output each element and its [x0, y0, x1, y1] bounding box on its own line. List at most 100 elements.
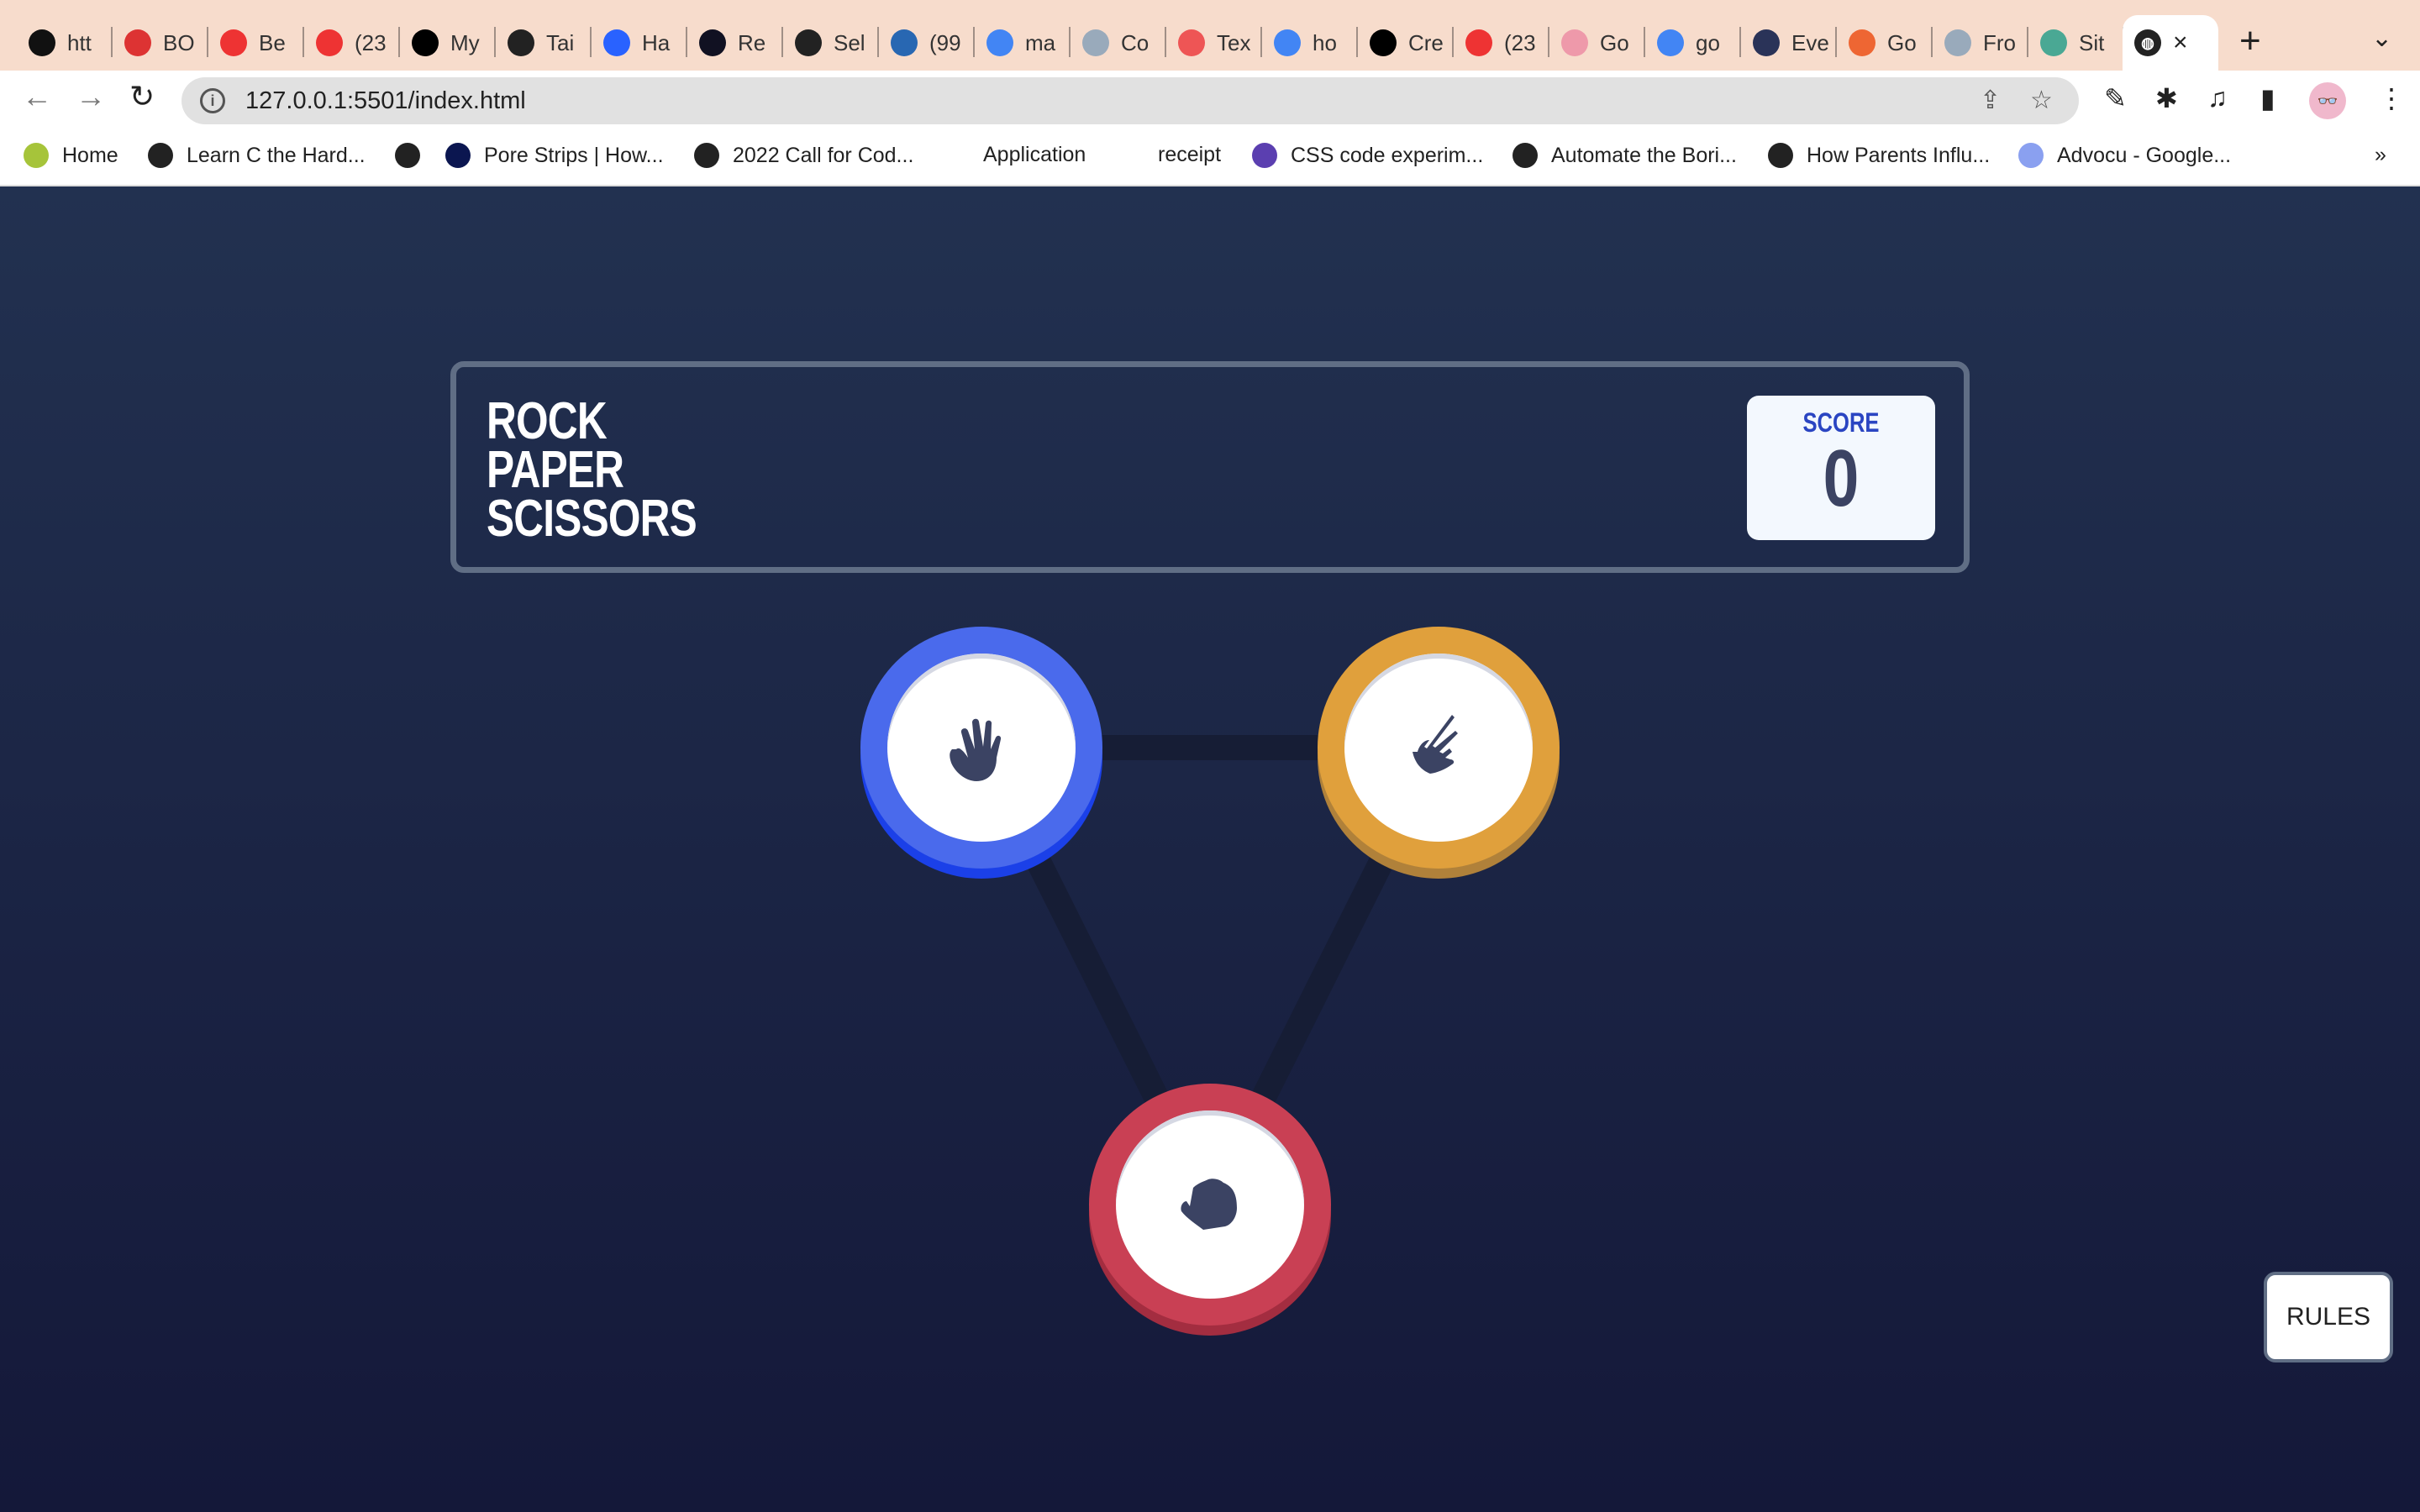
side-panel-icon[interactable]: ▮	[2260, 82, 2275, 114]
bookmark-label: Home	[62, 143, 118, 167]
tab-label: My	[450, 29, 480, 55]
browser-tab[interactable]: go	[1645, 15, 1741, 71]
bookmark-item[interactable]	[395, 143, 420, 168]
tab-label: (23	[355, 29, 387, 55]
browser-tab[interactable]: My	[400, 15, 496, 71]
bookmark-label: 2022 Call for Cod...	[733, 143, 914, 167]
bookmark-label: Learn C the Hard...	[187, 143, 366, 167]
tab-label: Sit	[2079, 29, 2105, 55]
extensions-icon[interactable]: ✱	[2155, 82, 2178, 114]
bookmark-label: Application	[983, 143, 1086, 166]
bookmark-item[interactable]: Application	[983, 143, 1086, 167]
tab-favicon-icon	[795, 29, 822, 56]
paper-hand-icon	[950, 718, 1002, 781]
browser-tab[interactable]: Go	[1837, 15, 1933, 71]
tab-search-chevron-icon[interactable]: ⌄	[2371, 24, 2392, 53]
tab-favicon-icon	[891, 29, 918, 56]
bookmarks-overflow-button[interactable]: »	[2375, 143, 2386, 167]
bookmark-label: How Parents Influ...	[1807, 143, 1991, 167]
info-icon[interactable]: i	[200, 88, 225, 113]
browser-tab[interactable]: Re	[687, 15, 783, 71]
globe-icon: ◍	[2134, 29, 2161, 56]
bookmark-favicon-icon	[24, 143, 49, 168]
bookmark-favicon-icon	[2018, 143, 2044, 168]
tab-label: BO	[163, 29, 195, 55]
browser-tab[interactable]: Fro	[1933, 15, 2028, 71]
tab-label: Go	[1600, 29, 1629, 55]
tab-favicon-icon	[1944, 29, 1971, 56]
scissors-hand-icon	[1413, 715, 1458, 774]
browser-tab[interactable]: Co	[1071, 15, 1166, 71]
bookmark-star-icon[interactable]: ☆	[2030, 86, 2053, 115]
paper-button[interactable]	[860, 627, 1102, 869]
reload-button[interactable]: ↻	[129, 79, 155, 114]
bookmark-item[interactable]: Learn C the Hard...	[148, 143, 366, 168]
profile-avatar[interactable]: 👓	[2309, 82, 2346, 119]
tab-favicon-icon	[2040, 29, 2067, 56]
browser-tab[interactable]: Be	[208, 15, 304, 71]
browser-tab[interactable]: (23	[1454, 15, 1549, 71]
bookmark-favicon-icon	[694, 143, 719, 168]
bookmark-label: Pore Strips | How...	[484, 143, 664, 167]
rules-button[interactable]: RULES	[2264, 1272, 2393, 1362]
active-tab[interactable]: ◍ ×	[2123, 15, 2218, 71]
bookmark-item[interactable]: receipt	[1158, 143, 1221, 167]
bookmark-label: Advocu - Google...	[2057, 143, 2232, 167]
tab-favicon-icon	[29, 29, 55, 56]
browser-tab[interactable]: Tai	[496, 15, 592, 71]
back-button[interactable]: ←	[22, 79, 52, 114]
rock-button[interactable]	[1089, 1084, 1331, 1326]
browser-tab[interactable]: BO	[113, 15, 208, 71]
browser-tab[interactable]: Sel	[783, 15, 879, 71]
tab-label: Be	[259, 29, 286, 55]
address-bar[interactable]: i 127.0.0.1:5501/index.html ⇪ ☆	[182, 77, 2079, 124]
browser-tab[interactable]: Eve	[1741, 15, 1837, 71]
tab-label: ho	[1313, 29, 1337, 55]
browser-tab[interactable]: ma	[975, 15, 1071, 71]
browser-tab[interactable]: Cre	[1358, 15, 1454, 71]
bookmark-label: CSS code experim...	[1291, 143, 1484, 167]
tab-label: Sel	[834, 29, 865, 55]
tab-label: Cre	[1408, 29, 1444, 55]
bookmark-item[interactable]: 2022 Call for Cod...	[694, 143, 913, 168]
bookmark-item[interactable]: Advocu - Google...	[2018, 143, 2231, 168]
bookmark-item[interactable]: How Parents Influ...	[1768, 143, 1990, 168]
scissors-button[interactable]	[1318, 627, 1560, 869]
bookmark-favicon-icon	[445, 143, 471, 168]
media-icon[interactable]: ♫	[2207, 82, 2228, 113]
browser-tab[interactable]: (23	[304, 15, 400, 71]
browser-tab[interactable]: ho	[1262, 15, 1358, 71]
tab-favicon-icon	[1561, 29, 1588, 56]
tab-favicon-icon	[1849, 29, 1876, 56]
close-tab-button[interactable]: ×	[2173, 29, 2188, 57]
browser-tab[interactable]: htt	[17, 15, 113, 71]
forward-button[interactable]: →	[76, 79, 106, 114]
browser-tab[interactable]: Tex	[1166, 15, 1262, 71]
tab-favicon-icon	[1178, 29, 1205, 56]
bookmark-item[interactable]: Automate the Bori...	[1512, 143, 1737, 168]
browser-tab[interactable]: Sit	[2028, 15, 2124, 71]
browser-tab[interactable]: Ha	[592, 15, 687, 71]
tab-favicon-icon	[1370, 29, 1397, 56]
browser-tab[interactable]: Go	[1549, 15, 1645, 71]
tab-favicon-icon	[220, 29, 247, 56]
tab-label: ma	[1025, 29, 1056, 55]
url-text[interactable]: 127.0.0.1:5501/index.html	[245, 87, 526, 115]
tab-favicon-icon	[412, 29, 439, 56]
tab-favicon-icon	[1465, 29, 1492, 56]
tab-label: Tai	[546, 29, 575, 55]
tab-label: (23	[1504, 29, 1536, 55]
new-tab-button[interactable]: +	[2239, 20, 2261, 62]
bookmarks-bar: Home Learn C the Hard... Pore Strips | How…	[0, 128, 2420, 186]
menu-icon[interactable]: ⋮	[2378, 82, 2405, 114]
share-icon[interactable]: ⇪	[1980, 86, 2001, 115]
tab-label: Co	[1121, 29, 1150, 55]
tab-label: (99	[929, 29, 961, 55]
bookmark-label: receipt	[1158, 143, 1222, 166]
browser-tab[interactable]: (99	[879, 15, 975, 71]
tab-favicon-icon	[124, 29, 151, 56]
bookmark-item[interactable]: Pore Strips | How...	[445, 143, 664, 168]
bookmark-item[interactable]: CSS code experim...	[1252, 143, 1483, 168]
bookmark-item[interactable]: Home	[24, 143, 118, 168]
eyedropper-extension-icon[interactable]: ✎	[2104, 82, 2127, 114]
